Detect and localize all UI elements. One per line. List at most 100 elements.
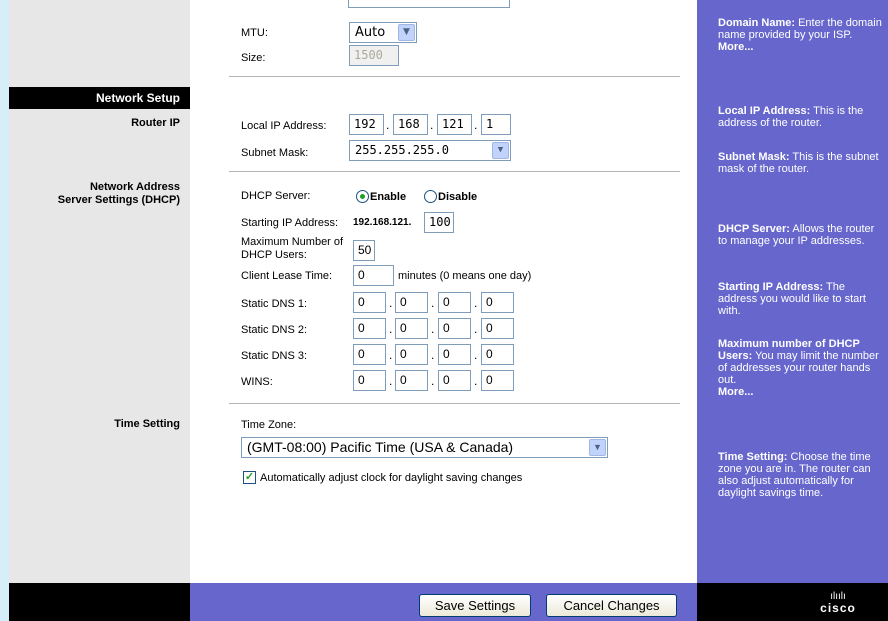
mtu-size-input[interactable]: 1500 xyxy=(349,45,399,66)
dns1-octet-2[interactable]: 0 xyxy=(395,292,428,313)
dns3-octet-4[interactable]: 0 xyxy=(481,344,514,365)
help-domain: Domain Name: Enter the domain name provi… xyxy=(718,17,884,53)
dns3-label: Static DNS 3: xyxy=(241,350,308,362)
divider xyxy=(229,76,680,77)
dns1-octet-1[interactable]: 0 xyxy=(353,292,386,313)
subnet-mask-value: 255.255.255.0 xyxy=(355,143,449,157)
ip-dot: . xyxy=(474,296,478,310)
chevron-down-icon: ▼ xyxy=(492,142,509,159)
footer-brand xyxy=(697,583,888,621)
dns2-octet-1[interactable]: 0 xyxy=(353,318,386,339)
mtu-size-label: Size: xyxy=(241,52,266,64)
local-ip-octet-2[interactable]: 168 xyxy=(393,114,428,135)
local-ip-octet-4[interactable]: 1 xyxy=(481,114,511,135)
help-time-title: Time Setting: xyxy=(718,451,788,463)
local-ip-octet-1[interactable]: 192 xyxy=(349,114,384,135)
ip-dot: . xyxy=(430,118,434,132)
max-users-input[interactable]: 50 xyxy=(353,240,375,261)
mtu-value: Auto xyxy=(355,25,386,40)
footer-left xyxy=(9,583,190,621)
cancel-changes-button[interactable]: Cancel Changes xyxy=(546,594,677,617)
dns2-octet-2[interactable]: 0 xyxy=(395,318,428,339)
max-users-label-1: Maximum Number of xyxy=(241,236,344,248)
dns3-octet-3[interactable]: 0 xyxy=(438,344,471,365)
local-ip-label: Local IP Address: xyxy=(241,120,327,132)
starting-ip-label: Starting IP Address: xyxy=(241,217,339,229)
section-dhcp-line2: Server Settings (DHCP) xyxy=(57,194,180,206)
dns1-label: Static DNS 1: xyxy=(241,298,308,310)
help-max-users: Maximum number of DHCP Users: You may li… xyxy=(718,338,884,398)
ip-dot: . xyxy=(431,348,435,362)
ip-dot: . xyxy=(431,322,435,336)
wins-octet-3[interactable]: 0 xyxy=(438,370,471,391)
ip-dot: . xyxy=(389,374,393,388)
dns2-octet-4[interactable]: 0 xyxy=(481,318,514,339)
wins-octet-2[interactable]: 0 xyxy=(395,370,428,391)
wins-label: WINS: xyxy=(241,376,273,388)
starting-ip-prefix: 192.168.121. xyxy=(353,217,412,228)
local-ip-octet-3[interactable]: 121 xyxy=(437,114,472,135)
lease-time-suffix: minutes (0 means one day) xyxy=(398,270,532,282)
ip-dot: . xyxy=(386,118,390,132)
ip-dot: . xyxy=(474,118,478,132)
time-zone-label: Time Zone: xyxy=(241,419,297,431)
ip-dot: . xyxy=(389,348,393,362)
help-dhcp: DHCP Server: Allows the router to manage… xyxy=(718,223,884,247)
mtu-label: MTU: xyxy=(241,27,268,39)
cisco-logo: ılıılı cisco xyxy=(818,592,858,615)
section-network-setup: Network Setup xyxy=(95,91,180,105)
help-domain-more-link[interactable]: More... xyxy=(718,41,753,53)
ip-dot: . xyxy=(474,322,478,336)
time-zone-value: (GMT-08:00) Pacific Time (USA & Canada) xyxy=(247,439,514,455)
section-router-ip: Router IP xyxy=(131,117,180,129)
chevron-down-icon: ▼ xyxy=(589,439,606,456)
dns2-label: Static DNS 2: xyxy=(241,324,308,336)
dns2-octet-3[interactable]: 0 xyxy=(438,318,471,339)
help-starting-ip: Starting IP Address: The address you wou… xyxy=(718,281,884,317)
lease-time-input[interactable]: 0 xyxy=(353,265,394,286)
section-dhcp-line1: Network Address xyxy=(89,181,180,193)
left-section-column xyxy=(9,0,190,583)
divider xyxy=(229,403,680,404)
help-max-users-more-link[interactable]: More... xyxy=(718,386,753,398)
lease-time-label: Client Lease Time: xyxy=(241,270,333,282)
help-local-ip: Local IP Address: This is the address of… xyxy=(718,105,884,129)
section-time-setting: Time Setting xyxy=(114,418,180,430)
dst-checkbox[interactable]: ✓ xyxy=(243,471,256,484)
help-time: Time Setting: Choose the time zone you a… xyxy=(718,451,884,499)
cisco-logo-word: cisco xyxy=(820,601,856,615)
chevron-down-icon: ▼ xyxy=(398,24,415,41)
starting-ip-input[interactable]: 100 xyxy=(424,212,454,233)
dst-label: Automatically adjust clock for daylight … xyxy=(260,472,523,484)
dhcp-server-label: DHCP Server: xyxy=(241,190,311,202)
dhcp-enable-label[interactable]: Enable xyxy=(370,191,406,203)
max-users-label-2: DHCP Users: xyxy=(241,249,307,261)
save-settings-button[interactable]: Save Settings xyxy=(419,594,531,617)
ip-dot: . xyxy=(389,296,393,310)
help-local-ip-title: Local IP Address: xyxy=(718,105,811,117)
wins-octet-4[interactable]: 0 xyxy=(481,370,514,391)
ip-dot: . xyxy=(389,322,393,336)
dns3-octet-1[interactable]: 0 xyxy=(353,344,386,365)
ip-dot: . xyxy=(474,348,478,362)
dhcp-disable-label[interactable]: Disable xyxy=(438,191,477,203)
divider xyxy=(229,171,680,172)
dns3-octet-2[interactable]: 0 xyxy=(395,344,428,365)
dns1-octet-4[interactable]: 0 xyxy=(481,292,514,313)
subnet-mask-label: Subnet Mask: xyxy=(241,147,309,159)
subnet-mask-select[interactable]: 255.255.255.0 ▼ xyxy=(349,140,511,161)
mtu-select[interactable]: Auto ▼ xyxy=(349,22,417,43)
ip-dot: . xyxy=(431,296,435,310)
help-subnet-title: Subnet Mask: xyxy=(718,151,790,163)
dns1-octet-3[interactable]: 0 xyxy=(438,292,471,313)
ip-dot: . xyxy=(431,374,435,388)
dhcp-disable-radio[interactable] xyxy=(424,190,437,203)
time-zone-select[interactable]: (GMT-08:00) Pacific Time (USA & Canada) … xyxy=(241,437,608,458)
wins-octet-1[interactable]: 0 xyxy=(353,370,386,391)
help-starting-ip-title: Starting IP Address: xyxy=(718,281,824,293)
help-subnet: Subnet Mask: This is the subnet mask of … xyxy=(718,151,884,175)
domain-name-input[interactable] xyxy=(348,0,510,8)
help-domain-title: Domain Name: xyxy=(718,17,796,29)
dhcp-enable-radio[interactable] xyxy=(356,190,369,203)
ip-dot: . xyxy=(474,374,478,388)
